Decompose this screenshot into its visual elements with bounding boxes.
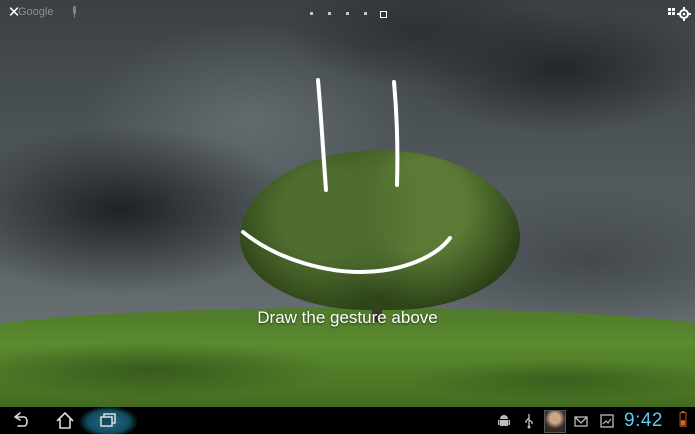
recent-apps-icon <box>100 413 116 427</box>
android-debug-icon <box>498 415 510 426</box>
lock-screen: ✕ Google Draw the gesture above 9:42 <box>0 0 695 434</box>
app-menu-icon[interactable] <box>668 6 692 22</box>
gesture-canvas[interactable] <box>0 0 695 434</box>
page-dot <box>346 12 349 15</box>
page-dot <box>310 12 313 15</box>
system-bar: 9:42 <box>0 407 695 434</box>
contact-avatar-icon <box>544 410 566 433</box>
page-dot-current <box>380 11 387 18</box>
gesture-stroke-smile <box>241 230 452 275</box>
gesture-stroke-right-eye <box>392 80 400 187</box>
screenshot-icon <box>600 414 614 428</box>
clock: 9:42 <box>624 410 663 431</box>
microphone-icon[interactable] <box>72 6 77 19</box>
back-icon[interactable] <box>10 407 32 434</box>
google-search-label[interactable]: Google <box>18 6 53 18</box>
home-icon[interactable] <box>54 407 76 434</box>
gesture-stroke-left-eye <box>316 78 328 192</box>
page-dot <box>364 12 367 15</box>
recent-apps-button[interactable] <box>80 407 137 434</box>
battery-icon <box>679 411 687 427</box>
gmail-icon <box>574 416 588 427</box>
usb-icon <box>525 414 533 429</box>
gesture-prompt: Draw the gesture above <box>257 308 438 327</box>
page-dot <box>328 12 331 15</box>
